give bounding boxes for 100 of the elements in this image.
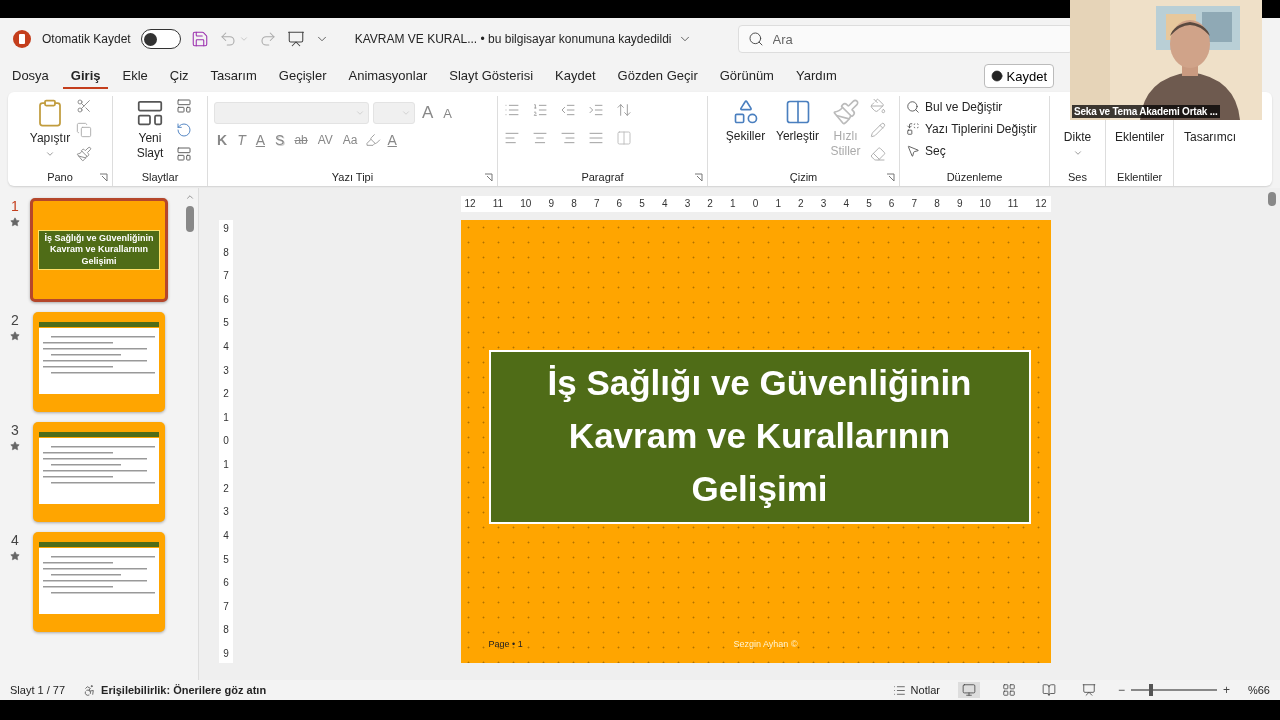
slide-thumbnail[interactable]: İş Sağlığı ve Güvenliğinin Kavram ve Kurallarının Gelişimi — [30, 198, 168, 302]
align-right-icon — [560, 130, 576, 146]
shapes-button[interactable]: Şekiller — [721, 96, 770, 146]
notes-icon — [892, 683, 906, 697]
normal-view-button[interactable] — [957, 682, 980, 698]
save-button[interactable] — [190, 30, 209, 48]
zoom-slider-thumb[interactable] — [1148, 684, 1153, 696]
menu-tab[interactable]: Kaydet — [547, 63, 604, 89]
menu-tab[interactable]: Görünüm — [711, 63, 782, 89]
author-footer: Sezgin Ayhan © — [733, 639, 1031, 649]
font-name-field[interactable] — [214, 102, 369, 124]
scrollbar-thumb[interactable] — [1268, 192, 1276, 206]
select-button[interactable]: Seç — [906, 144, 1043, 158]
arrange-button[interactable]: Yerleştir — [773, 96, 822, 146]
scrollbar-thumb[interactable] — [186, 206, 194, 232]
pointer-icon — [906, 144, 920, 158]
fonts-button[interactable]: Yazı Tiplerini Değiştir — [906, 122, 1043, 136]
italic-button[interactable]: T — [234, 132, 249, 148]
new-slide-button[interactable]: Yeni Slayt — [128, 96, 172, 163]
group-label: Paragraf — [581, 171, 624, 183]
star-icon — [10, 551, 20, 561]
font-color-button[interactable]: A — [384, 132, 400, 148]
menu-tab[interactable]: Tasarım — [202, 63, 265, 89]
eraser-icon — [869, 146, 886, 162]
spacing-button[interactable]: AV — [314, 133, 336, 147]
copy-icon — [76, 122, 92, 138]
menu-tab[interactable]: Geçişler — [270, 63, 335, 89]
star-icon — [10, 441, 20, 451]
underline-button[interactable]: A — [252, 132, 269, 148]
search-field[interactable]: Ara — [737, 25, 1073, 53]
dictate-button[interactable]: Dikte — [1060, 128, 1095, 160]
format-painter-icon — [76, 146, 92, 162]
shrink-font-button[interactable]: A — [440, 105, 455, 121]
outline-icon — [869, 122, 886, 138]
group-label: Pano — [47, 171, 73, 183]
menu-tab[interactable]: Çiz — [161, 63, 197, 89]
justify-icon — [588, 130, 604, 146]
indent-increase-icon — [588, 102, 604, 118]
bold-button[interactable]: K — [214, 132, 231, 148]
numbering-icon — [532, 102, 548, 118]
group-label: Ses — [1068, 171, 1087, 183]
align-left-icon — [504, 130, 520, 146]
align-center-icon — [532, 130, 548, 146]
brush-icon — [831, 98, 860, 126]
strike-button[interactable]: ab — [291, 133, 311, 147]
group-label: Yazı Tipi — [331, 171, 374, 183]
autosave-label: Otomatik Kaydet — [42, 32, 131, 46]
search-icon — [906, 100, 920, 114]
menu-tab[interactable]: Dosya — [4, 63, 57, 89]
autosave-toggle[interactable] — [140, 29, 181, 49]
notes-button[interactable]: Notlar — [892, 683, 940, 697]
horizontal-ruler: 12 11 10 9 8 7 6 5 4 3 2 1 0 1 2 3 4 5 6 7 8 9 10 11 12 — [460, 196, 1051, 212]
cut-icon — [76, 98, 92, 114]
presentation-icon — [286, 30, 305, 48]
slide-counter: Slayt 1 / 77 — [10, 684, 66, 696]
normal-view-icon — [961, 683, 976, 697]
designer-button[interactable]: Tasarımcı — [1181, 128, 1239, 147]
menu-tab[interactable]: Giriş — [62, 63, 109, 89]
shadow-button[interactable]: S — [272, 132, 288, 148]
show-view-icon — [1081, 683, 1096, 697]
caret-icon — [45, 149, 55, 159]
paste-button[interactable]: Yapıştır — [28, 96, 72, 161]
app-logo-icon — [12, 29, 32, 49]
accessibility-icon — [83, 683, 97, 697]
star-icon — [10, 331, 20, 341]
zoom-in-button[interactable]: + — [1222, 683, 1230, 697]
fill-icon — [869, 98, 886, 114]
menu-tab[interactable]: Gözden Geçir — [609, 63, 706, 89]
bullets-icon — [504, 102, 520, 118]
search-icon — [747, 31, 764, 47]
add-ins-button[interactable]: Eklentiler — [1112, 128, 1168, 147]
record-button[interactable]: Kaydet — [983, 64, 1054, 88]
slide-thumbnail[interactable] — [33, 532, 165, 632]
zoom-level[interactable]: %66 — [1247, 684, 1270, 696]
menu-tab[interactable]: Ekle — [114, 63, 156, 89]
dialog-launcher-icon[interactable] — [484, 173, 493, 182]
zoom-out-button[interactable]: − — [1117, 683, 1125, 697]
presentation-button[interactable] — [286, 30, 305, 48]
font-size-field[interactable] — [373, 102, 415, 124]
accessibility-button[interactable]: Erişilebilirlik: Önerilere göz atın — [83, 683, 267, 697]
slide-number: 2 — [11, 312, 19, 328]
case-button[interactable]: Aa — [339, 133, 361, 147]
slide-number: 4 — [11, 532, 19, 548]
vertical-ruler: 9 8 7 6 5 4 3 2 1 0 1 2 3 4 5 6 7 8 9 — [219, 220, 233, 663]
thumbnail-title: İş Sağlığı ve Güvenliğinin Kavram ve Kurallarının Gelişimi — [38, 230, 160, 270]
dialog-launcher-icon[interactable] — [694, 173, 703, 182]
slide-title[interactable]: İş Sağlığı ve Güvenliğinin Kavram ve Kurallarının Gelişimi — [488, 350, 1031, 524]
slide-thumbnail[interactable] — [33, 312, 165, 412]
grow-font-button[interactable]: A — [419, 103, 437, 123]
menu-tab[interactable]: Yardım — [787, 63, 845, 89]
document-title[interactable]: KAVRAM VE KURAL... • bu bilgisayar konumuna kaydedildi — [354, 32, 692, 46]
dialog-launcher-icon[interactable] — [886, 173, 895, 182]
highlighter-icon — [364, 132, 381, 148]
dialog-launcher-icon[interactable] — [99, 173, 108, 182]
slide-thumbnail[interactable] — [33, 422, 165, 522]
menu-tab[interactable]: Animasyonlar — [340, 63, 436, 89]
new-slide-icon — [135, 98, 165, 128]
menu-tab[interactable]: Slayt Gösterisi — [441, 63, 542, 89]
find-button[interactable]: Bul ve Değiştir — [906, 100, 1043, 114]
slide-number: 3 — [11, 422, 19, 438]
